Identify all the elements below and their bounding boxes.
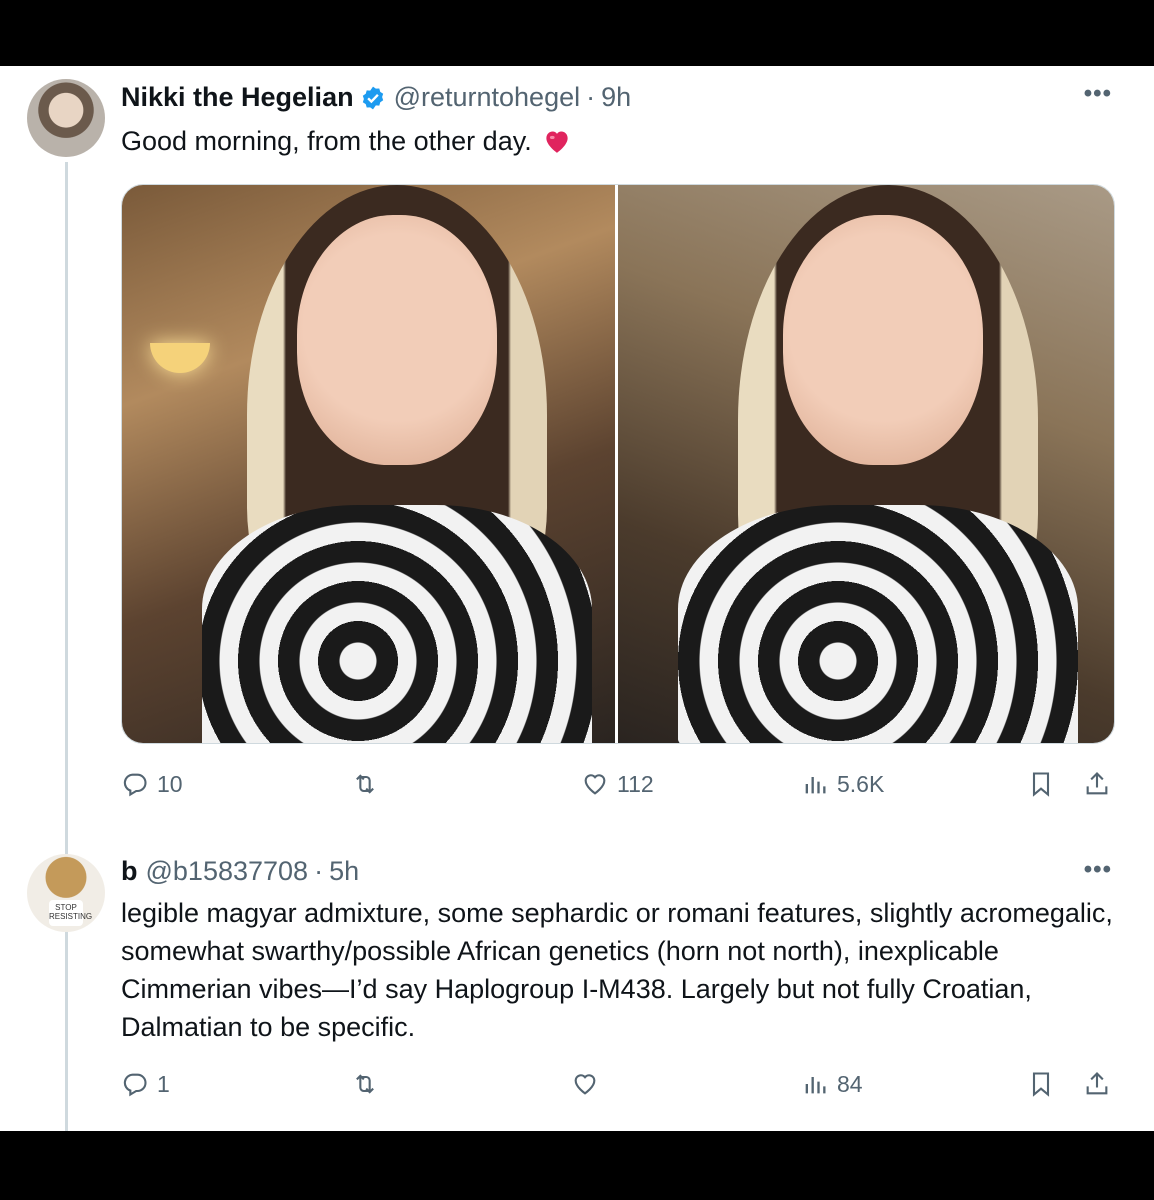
like-icon	[574, 1074, 596, 1095]
views-icon	[805, 777, 826, 794]
chandelier-light	[150, 343, 210, 373]
separator: ·	[586, 82, 596, 112]
separator: ·	[314, 856, 324, 886]
more-icon[interactable]: •••	[1084, 80, 1112, 108]
avatar[interactable]: STOP RESISTING	[27, 854, 105, 932]
dress	[202, 505, 592, 743]
share-button[interactable]	[1083, 1070, 1111, 1098]
views-button[interactable]: 84	[801, 1070, 863, 1098]
avatar[interactable]	[27, 79, 105, 157]
repost-button[interactable]	[351, 770, 379, 798]
timestamp[interactable]: 9h	[601, 82, 631, 113]
reply-icon	[123, 773, 147, 797]
tweet-actions: 10 112 5.6K	[121, 770, 1115, 810]
reply-count: 1	[157, 1070, 170, 1097]
repost-button[interactable]	[351, 1070, 379, 1098]
like-count: 112	[617, 770, 654, 797]
bookmark-icon	[1032, 772, 1050, 797]
user-handle[interactable]: @b15837708	[146, 856, 309, 887]
reply-count: 10	[157, 770, 183, 797]
thread-connector-line	[65, 162, 68, 1131]
photo-1[interactable]	[122, 185, 618, 743]
repost-icon	[356, 1074, 374, 1094]
heart-emoji-icon	[546, 131, 568, 153]
tweet-header: b @b15837708 · 5h	[121, 856, 359, 887]
photo-2[interactable]	[618, 185, 1114, 743]
timestamp[interactable]: 5h	[329, 856, 359, 887]
media-grid[interactable]	[121, 184, 1115, 744]
views-count: 84	[837, 1070, 863, 1097]
tweet-thread: Nikki the Hegelian @returntohegel · 9h •…	[0, 66, 1154, 1131]
bookmark-icon	[1032, 1072, 1050, 1097]
views-icon	[805, 1077, 826, 1094]
face	[783, 215, 983, 465]
dress	[678, 505, 1078, 743]
like-button[interactable]: 112	[581, 770, 654, 798]
bookmark-button[interactable]	[1027, 770, 1055, 798]
bookmark-button[interactable]	[1027, 1070, 1055, 1098]
share-button[interactable]	[1083, 770, 1111, 798]
user-handle[interactable]: @returntohegel	[394, 82, 581, 113]
reply-button[interactable]: 10	[121, 770, 183, 798]
like-button[interactable]	[571, 1070, 599, 1098]
like-icon	[584, 774, 606, 795]
tweet-header: Nikki the Hegelian @returntohegel · 9h	[121, 82, 631, 113]
tweet-text: Good morning, from the other day.	[121, 122, 572, 160]
tweet-actions: 1 84	[121, 1070, 1115, 1110]
repost-icon	[356, 774, 374, 794]
more-icon[interactable]: •••	[1084, 856, 1112, 884]
share-icon	[1086, 1072, 1108, 1095]
views-button[interactable]: 5.6K	[801, 770, 884, 798]
reply-button[interactable]: 1	[121, 1070, 170, 1098]
display-name[interactable]: Nikki the Hegelian	[121, 82, 354, 113]
face	[297, 215, 497, 465]
verified-badge-icon	[362, 86, 383, 109]
tweet-body: Good morning, from the other day.	[121, 126, 532, 156]
display-name[interactable]: b	[121, 856, 138, 887]
reply-icon	[123, 1073, 147, 1097]
tweet-text: legible magyar admixture, some sephardic…	[121, 898, 1113, 1042]
top-black-bar	[0, 0, 1154, 66]
share-icon	[1086, 772, 1108, 795]
views-count: 5.6K	[837, 770, 885, 797]
avatar-shirt-text: STOP RESISTING	[49, 900, 92, 926]
bottom-black-bar	[0, 1131, 1154, 1200]
